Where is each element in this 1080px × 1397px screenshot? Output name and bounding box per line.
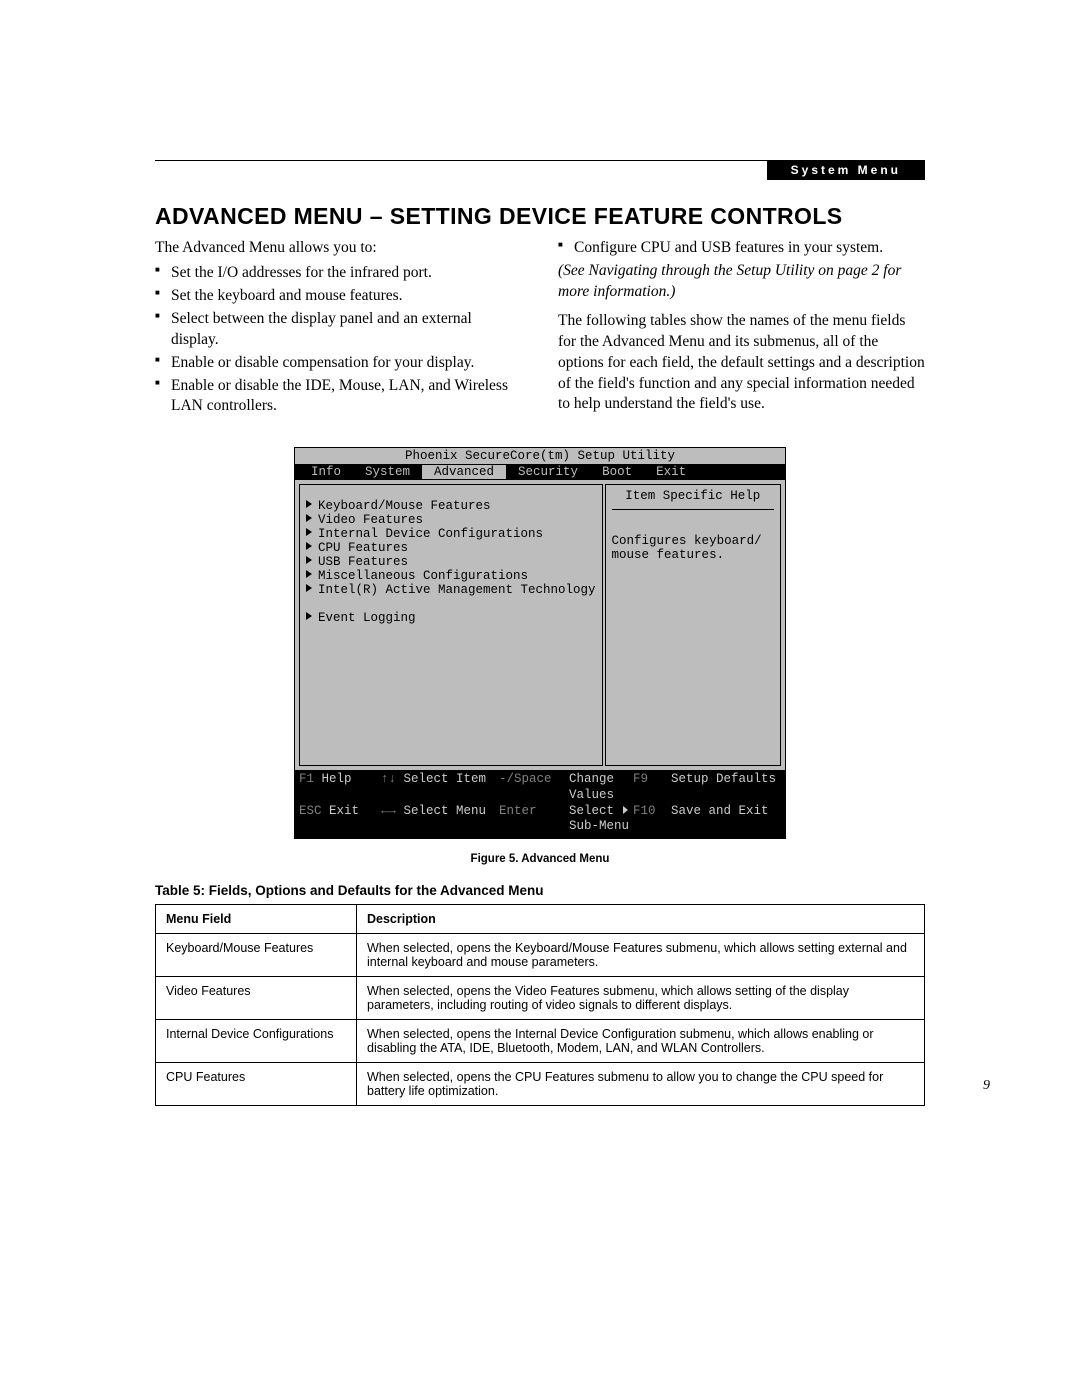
- bios-tab-info[interactable]: Info: [299, 465, 353, 479]
- key-hint: F9: [633, 772, 671, 803]
- bios-menu-item[interactable]: Keyboard/Mouse Features: [306, 499, 596, 513]
- list-item: Enable or disable the IDE, Mouse, LAN, a…: [155, 376, 522, 418]
- bios-menu-item[interactable]: CPU Features: [306, 541, 596, 555]
- triangle-icon: [306, 570, 312, 578]
- left-column: The Advanced Menu allows you to: Set the…: [155, 238, 522, 419]
- bios-footer: F1 Help ↑↓ Select Item -/Space Change Va…: [295, 770, 785, 838]
- header-rule: System Menu: [155, 160, 925, 161]
- key-action: Exit: [329, 804, 359, 818]
- triangle-icon: [306, 514, 312, 522]
- bios-screenshot: Phoenix SecureCore(tm) Setup Utility Inf…: [294, 447, 786, 839]
- key-hint: ←→: [381, 804, 396, 818]
- list-item: Select between the display panel and an …: [155, 309, 522, 351]
- bios-menu-item[interactable]: Intel(R) Active Management Technology: [306, 583, 596, 597]
- table-caption: Table 5: Fields, Options and Defaults fo…: [155, 883, 925, 898]
- list-item: Configure CPU and USB features in your s…: [558, 238, 925, 259]
- triangle-icon: [306, 500, 312, 508]
- figure-caption: Figure 5. Advanced Menu: [155, 853, 925, 865]
- triangle-icon: [306, 542, 312, 550]
- key-action: Save and Exit: [671, 804, 781, 835]
- triangle-icon: [306, 584, 312, 592]
- key-hint: ESC: [299, 804, 322, 818]
- bios-menu-item[interactable]: Miscellaneous Configurations: [306, 569, 596, 583]
- bios-help-title: Item Specific Help: [612, 489, 774, 510]
- key-hint: F1: [299, 772, 314, 786]
- bios-menu-item[interactable]: USB Features: [306, 555, 596, 569]
- cell-description: When selected, opens the CPU Features su…: [357, 1062, 925, 1105]
- fields-table: Menu Field Description Keyboard/Mouse Fe…: [155, 904, 925, 1106]
- triangle-icon: [306, 528, 312, 536]
- key-hint: -/Space: [499, 772, 569, 803]
- cell-menu-field: CPU Features: [156, 1062, 357, 1105]
- col-header-description: Description: [357, 904, 925, 933]
- triangle-icon: [623, 806, 628, 814]
- section-title: ADVANCED MENU – SETTING DEVICE FEATURE C…: [155, 203, 925, 230]
- table-row: CPU Features When selected, opens the CP…: [156, 1062, 925, 1105]
- list-item: Set the keyboard and mouse features.: [155, 286, 522, 307]
- right-paragraph: The following tables show the names of t…: [558, 311, 925, 416]
- cell-menu-field: Video Features: [156, 976, 357, 1019]
- left-bullet-list: Set the I/O addresses for the infrared p…: [155, 263, 522, 417]
- page-number: 9: [983, 1078, 990, 1094]
- cell-description: When selected, opens the Video Features …: [357, 976, 925, 1019]
- bios-menu-item[interactable]: Event Logging: [306, 611, 596, 625]
- cell-description: When selected, opens the Internal Device…: [357, 1019, 925, 1062]
- bios-tab-system[interactable]: System: [353, 465, 422, 479]
- key-hint: ↑↓: [381, 772, 396, 786]
- triangle-icon: [306, 612, 312, 620]
- right-column: Configure CPU and USB features in your s…: [558, 238, 925, 419]
- key-action: Select Sub-Menu: [569, 804, 633, 835]
- table-row: Keyboard/Mouse Features When selected, o…: [156, 933, 925, 976]
- bios-menu-spacer: [306, 597, 596, 611]
- bios-tab-bar: Info System Advanced Security Boot Exit: [295, 465, 785, 479]
- bios-help-text: Configures keyboard/ mouse features.: [612, 534, 774, 562]
- triangle-icon: [306, 556, 312, 564]
- bios-help-pane: Item Specific Help Configures keyboard/ …: [605, 484, 781, 766]
- bios-menu-item[interactable]: Video Features: [306, 513, 596, 527]
- table-row: Internal Device Configurations When sele…: [156, 1019, 925, 1062]
- cell-menu-field: Internal Device Configurations: [156, 1019, 357, 1062]
- bios-tab-boot[interactable]: Boot: [590, 465, 644, 479]
- bios-title-bar: Phoenix SecureCore(tm) Setup Utility: [295, 448, 785, 465]
- bios-tab-exit[interactable]: Exit: [644, 465, 698, 479]
- key-action: Select Menu: [404, 804, 487, 818]
- cross-reference: (See Navigating through the Setup Utilit…: [558, 261, 925, 303]
- bios-menu-item[interactable]: Internal Device Configurations: [306, 527, 596, 541]
- cell-description: When selected, opens the Keyboard/Mouse …: [357, 933, 925, 976]
- key-action: Select Item: [404, 772, 487, 786]
- bios-menu-list: Keyboard/Mouse Features Video Features I…: [299, 484, 603, 766]
- col-header-menu-field: Menu Field: [156, 904, 357, 933]
- list-item: Set the I/O addresses for the infrared p…: [155, 263, 522, 284]
- table-row: Video Features When selected, opens the …: [156, 976, 925, 1019]
- key-action: Setup Defaults: [671, 772, 781, 803]
- header-tag: System Menu: [767, 160, 925, 180]
- intro-text: The Advanced Menu allows you to:: [155, 238, 522, 259]
- key-action: Help: [322, 772, 352, 786]
- bios-tab-advanced[interactable]: Advanced: [422, 465, 506, 479]
- key-action: Change Values: [569, 772, 633, 803]
- cell-menu-field: Keyboard/Mouse Features: [156, 933, 357, 976]
- list-item: Enable or disable compensation for your …: [155, 353, 522, 374]
- key-hint: Enter: [499, 804, 569, 835]
- bios-tab-security[interactable]: Security: [506, 465, 590, 479]
- key-hint: F10: [633, 804, 671, 835]
